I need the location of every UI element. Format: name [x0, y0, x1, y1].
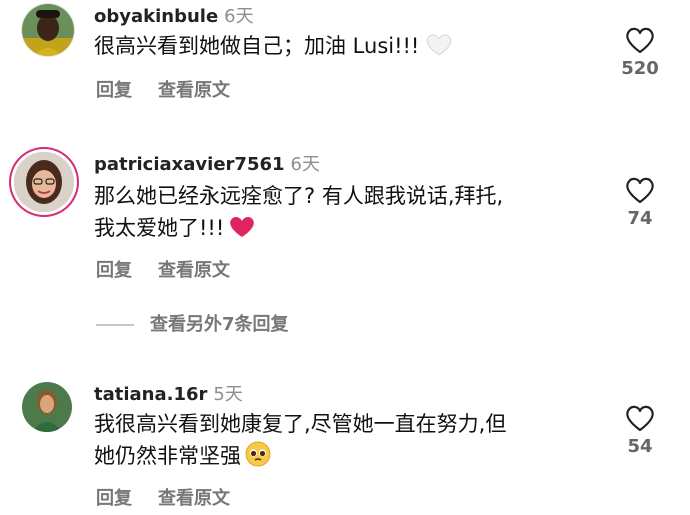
- username[interactable]: tatiana.16r: [94, 384, 207, 405]
- comment-actions: 回复 查看原文: [96, 256, 230, 282]
- like-button[interactable]: 520: [620, 26, 660, 79]
- avatar[interactable]: [22, 4, 74, 56]
- reply-button[interactable]: 回复: [96, 260, 132, 281]
- comment-header: tatiana.16r 5天: [94, 380, 243, 406]
- heart-outline-icon: [626, 177, 654, 204]
- comment-header: patriciaxavier7561 6天: [94, 150, 320, 176]
- heart-outline-icon: [626, 27, 654, 54]
- username[interactable]: obyakinbule: [94, 6, 218, 27]
- like-count: 74: [627, 208, 653, 229]
- reply-button[interactable]: 回复: [96, 80, 132, 101]
- view-original-button[interactable]: 查看原文: [158, 260, 230, 281]
- comment-header: obyakinbule 6天: [94, 2, 254, 28]
- divider: [96, 324, 134, 326]
- like-button[interactable]: 54: [620, 404, 660, 457]
- comment-text: 很高兴看到她做自己；加油 Lusi!!!: [94, 30, 453, 66]
- timestamp: 5天: [213, 384, 243, 405]
- comment-text: 那么她已经永远痊愈了? 有人跟我说话,拜托, 我太爱她了!!!: [94, 180, 503, 248]
- red-heart-icon: [228, 215, 256, 248]
- like-button[interactable]: 74: [620, 176, 660, 229]
- comment-text: 我很高兴看到她康复了,尽管她一直在努力,但 她仍然非常坚强: [94, 408, 506, 476]
- avatar[interactable]: [22, 382, 72, 432]
- timestamp: 6天: [224, 6, 254, 27]
- like-count: 520: [621, 58, 659, 79]
- heart-outline-icon: [626, 405, 654, 432]
- username[interactable]: patriciaxavier7561: [94, 154, 285, 175]
- white-heart-icon: [425, 33, 453, 66]
- view-more-replies-button[interactable]: 查看另外7条回复: [96, 310, 289, 336]
- timestamp: 6天: [290, 154, 320, 175]
- avatar[interactable]: [14, 152, 74, 212]
- comment-actions: 回复 查看原文: [96, 76, 230, 102]
- comment-actions: 回复 查看原文: [96, 484, 230, 510]
- reply-button[interactable]: 回复: [96, 488, 132, 509]
- view-original-button[interactable]: 查看原文: [158, 80, 230, 101]
- pleading-face-icon: [245, 441, 271, 476]
- like-count: 54: [627, 436, 653, 457]
- view-original-button[interactable]: 查看原文: [158, 488, 230, 509]
